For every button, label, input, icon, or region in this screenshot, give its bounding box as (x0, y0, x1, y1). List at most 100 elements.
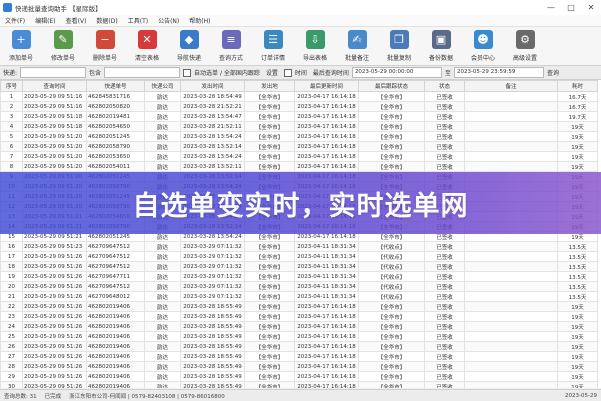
query-button[interactable]: 查询 (544, 68, 562, 77)
toolbar-button[interactable]: + 添加单号 (0, 27, 42, 64)
column-header[interactable]: 快递公司 (144, 80, 181, 92)
column-header[interactable]: 最后更新时间 (294, 80, 359, 92)
table-row[interactable]: 3 2023-05-29 09 51:18 462802019481 韵达 2023-0… (0, 111, 598, 122)
table-cell: 【全华市】 (244, 311, 295, 322)
menu-item[interactable]: 文件(F) (0, 16, 30, 25)
table-cell: 【全华市】 (244, 271, 295, 282)
table-row[interactable]: 23 2023-05-29 09 51:26 462802019406 韵达 2023-… (0, 311, 598, 322)
time-checkbox[interactable] (283, 68, 292, 77)
toolbar-button[interactable]: ✍ 批量备注 (336, 27, 378, 64)
detail-icon: ☰ (263, 30, 283, 49)
table-row[interactable]: 6 2023-05-29 09 51:20 462802058790 韵达 2023-0… (0, 141, 598, 152)
table-row[interactable]: 7 2023-05-29 09 51:20 462802053650 韵达 2023-0… (0, 151, 598, 162)
toolbar-button[interactable]: ≡ 查询方式 (210, 27, 252, 64)
table-cell: 2023-03-28 13:54:24 (180, 131, 245, 142)
table-cell: 2023-03-28 21:52:21 (180, 101, 245, 112)
date-to-input[interactable]: 2023-05-29 23:59:59 (453, 67, 544, 78)
courier-select[interactable] (20, 67, 87, 78)
table-cell: 13.5天 (557, 271, 598, 282)
table-cell: 2023-05-29 09 51:26 (22, 261, 87, 272)
table-cell: 【全华市】 (244, 91, 295, 102)
column-header[interactable]: 快递单号 (86, 80, 145, 92)
table-cell: 【全华市】 (358, 361, 425, 372)
table-row[interactable]: 30 2023-05-29 09 51:26 462802019406 韵达 2023-… (0, 381, 598, 388)
table-row[interactable]: 22 2023-05-29 09 51:26 462802019406 韵达 2023-… (0, 301, 598, 312)
table-row[interactable]: 20 2023-05-29 09 51:26 462709647512 韵达 2023-… (0, 281, 598, 292)
table-cell: 【全华市】 (244, 151, 295, 162)
table-cell (464, 121, 558, 132)
toolbar-button[interactable]: ⚙ 高级设置 (504, 27, 546, 64)
toolbar-button[interactable]: ◆ 导航快递 (168, 27, 210, 64)
table-row[interactable]: 17 2023-05-29 09 51:26 462709647512 韵达 2023-… (0, 251, 598, 262)
column-header[interactable]: 备注 (464, 80, 558, 92)
table-cell: 2023-03-28 13:52:14 (180, 141, 245, 152)
menu-item[interactable]: 查看(V) (61, 16, 92, 25)
table-row[interactable]: 2 2023-05-29 09 51:16 462802050820 韵达 2023-0… (0, 101, 598, 112)
keyword-input[interactable] (104, 67, 181, 78)
table-row[interactable]: 16 2023-05-29 09 51:23 462709647512 韵达 2023-… (0, 241, 598, 252)
table-row[interactable]: 25 2023-05-29 09 51:26 462802019406 韵达 2023-… (0, 331, 598, 342)
table-row[interactable]: 26 2023-05-29 09 51:26 462802019406 韵达 2023-… (0, 341, 598, 352)
table-cell: 2023-03-28 13:52:11 (180, 161, 245, 172)
table-cell: 已签收 (424, 371, 465, 382)
table-cell: 【全华市】 (244, 331, 295, 342)
table-row[interactable]: 21 2023-05-29 09 51:26 462709648012 韵达 2023-… (0, 291, 598, 302)
table-row[interactable]: 27 2023-05-29 09 51:26 462802019406 韵达 2023-… (0, 351, 598, 362)
date-from-input[interactable]: 2023-05-29 00:00:00 (351, 67, 442, 78)
table-cell (464, 331, 558, 342)
table-row[interactable]: 18 2023-05-29 09 51:26 462709647512 韵达 2023-… (0, 261, 598, 272)
table-row[interactable]: 24 2023-05-29 09 51:26 462802019406 韵达 2023-… (0, 321, 598, 332)
banner-text: 自选单变实时，实时选单网 (132, 190, 469, 222)
auto-select-label: 自动选单 / 全部国内跟踪 (194, 70, 260, 77)
column-header[interactable]: 发出时间 (180, 80, 245, 92)
table-cell (464, 271, 558, 282)
toolbar-button-label: 批量备注 (344, 55, 369, 62)
table-cell: 2023-05-29 09 51:18 (22, 111, 87, 122)
table-cell: 【全华市】 (358, 111, 425, 122)
close-button[interactable]: ✕ (581, 1, 601, 15)
table-row[interactable]: 29 2023-05-29 09 51:26 462802019406 韵达 2023-… (0, 371, 598, 382)
minimize-button[interactable]: — (541, 1, 561, 15)
toolbar-button[interactable]: ☻ 会员中心 (462, 27, 504, 64)
settings-link[interactable]: 设置 (263, 68, 281, 77)
table-cell: 2023-03-28 18:55:49 (180, 331, 245, 342)
table-row[interactable]: 1 2023-05-29 09 51:16 462845831716 韵达 2023-0… (0, 91, 598, 102)
time-field-select[interactable]: 最后查询时间 (310, 68, 352, 77)
table-cell: 462709647512 (86, 241, 145, 252)
table-cell: 已签收 (424, 351, 465, 362)
column-header[interactable]: 状态 (424, 80, 465, 92)
table-cell: 【全华市】 (244, 351, 295, 362)
table-cell: 【全华市】 (244, 111, 295, 122)
menu-item[interactable]: 工具(T) (123, 16, 153, 25)
menu-item[interactable]: 帮助(H) (184, 16, 215, 25)
table-cell: 【代收点】 (358, 281, 425, 292)
column-header[interactable]: 最后跟踪状态 (358, 80, 425, 92)
maximize-button[interactable]: □ (561, 1, 581, 15)
table-row[interactable]: 19 2023-05-29 09 51:26 462709647711 韵达 2023-… (0, 271, 598, 282)
table-cell: 2023-04-17 16:14:18 (294, 381, 359, 388)
column-header[interactable]: 耗时 (557, 80, 598, 92)
column-header[interactable]: 查询时间 (22, 80, 87, 92)
table-cell: 【全华市】 (358, 341, 425, 352)
table-row[interactable]: 5 2023-05-29 09 51:20 462802051245 韵达 2023-0… (0, 131, 598, 142)
column-header[interactable]: 序号 (0, 80, 23, 92)
auto-select-checkbox[interactable] (183, 68, 192, 77)
toolbar-button[interactable]: ❐ 批量复制 (378, 27, 420, 64)
table-row[interactable]: 4 2023-05-29 09 51:18 462802054650 韵达 2023-0… (0, 121, 598, 132)
toolbar-button[interactable]: ☰ 订单详情 (252, 27, 294, 64)
toolbar-button[interactable]: ⇩ 导出表格 (294, 27, 336, 64)
toolbar-button[interactable]: ▣ 备份数据 (420, 27, 462, 64)
table-row[interactable]: 8 2023-05-29 09 51:20 462802054011 韵达 2023-0… (0, 161, 598, 172)
toolbar-button[interactable]: ✎ 修改单号 (42, 27, 84, 64)
column-header[interactable]: 发出地 (244, 80, 295, 92)
table-cell (464, 141, 558, 152)
table-row[interactable]: 28 2023-05-29 09 51:26 462802019406 韵达 2023-… (0, 361, 598, 372)
table-cell: 【全华市】 (244, 341, 295, 352)
menu-item[interactable]: 数据(D) (91, 16, 122, 25)
menu-item[interactable]: 公告(N) (153, 16, 184, 25)
toolbar-button[interactable]: − 删除单号 (84, 27, 126, 64)
toolbar-button[interactable]: ✕ 清空表格 (126, 27, 168, 64)
menu-item[interactable]: 编辑(E) (30, 16, 60, 25)
table-cell: 韵达 (144, 361, 181, 372)
table-cell: 28 (0, 361, 23, 372)
